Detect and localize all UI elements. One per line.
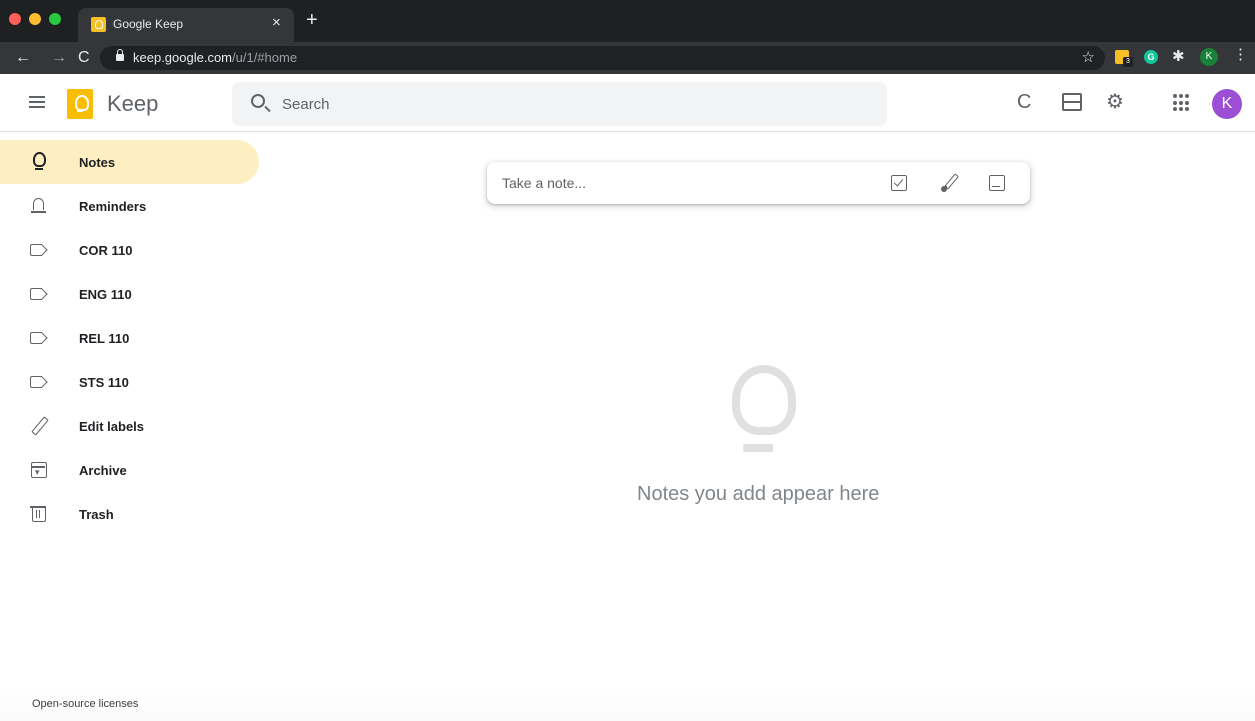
sidebar-item-cor-110[interactable]: COR 110: [0, 228, 259, 272]
footer: Open-source licenses: [0, 688, 1255, 721]
tab-title: Google Keep: [113, 17, 184, 31]
app-header: Keep C ⚙ K: [0, 74, 1255, 132]
main-menu-icon[interactable]: [29, 96, 45, 108]
browser-tab[interactable]: Google Keep ×: [78, 8, 294, 42]
keep-favicon-icon: [91, 17, 106, 32]
keep-extension-icon[interactable]: 3: [1115, 50, 1133, 67]
take-note-box[interactable]: [487, 162, 1030, 204]
open-source-licenses-link[interactable]: Open-source licenses: [32, 698, 138, 710]
sidebar-nav: Notes Reminders COR 110 ENG 110 REL 110 …: [0, 140, 270, 536]
new-drawing-brush-icon[interactable]: [939, 172, 961, 194]
refresh-icon[interactable]: C: [1017, 90, 1041, 114]
sidebar-item-label: Archive: [79, 463, 127, 478]
settings-gear-icon[interactable]: ⚙: [1106, 90, 1130, 114]
close-window-button[interactable]: [9, 13, 21, 25]
label-icon: [28, 283, 50, 305]
app-name[interactable]: Keep: [107, 91, 158, 117]
url-text: keep.google.com/u/1/#home: [133, 50, 298, 65]
extensions-puzzle-icon[interactable]: ✱: [1172, 47, 1185, 65]
reload-icon[interactable]: C: [78, 48, 90, 68]
empty-state-message: Notes you add appear here: [637, 483, 880, 505]
sidebar-item-sts-110[interactable]: STS 110: [0, 360, 259, 404]
minimize-window-button[interactable]: [29, 13, 41, 25]
sidebar-item-label: Notes: [79, 155, 116, 170]
new-tab-button[interactable]: +: [306, 10, 318, 30]
sidebar-item-trash[interactable]: Trash: [0, 492, 259, 536]
sidebar-item-label: COR 110: [79, 243, 133, 258]
sidebar-item-archive[interactable]: ▾ Archive: [0, 448, 259, 492]
pencil-icon: [28, 415, 50, 437]
search-input[interactable]: [282, 93, 862, 115]
address-bar[interactable]: keep.google.com/u/1/#home ☆: [100, 46, 1105, 70]
sidebar-item-label: STS 110: [79, 375, 129, 390]
archive-icon: ▾: [28, 459, 50, 481]
sidebar-item-label: Reminders: [79, 199, 147, 214]
bulb-icon: [28, 151, 50, 173]
bell-icon: [28, 195, 50, 217]
close-tab-icon[interactable]: ×: [272, 14, 281, 31]
google-apps-icon[interactable]: [1173, 94, 1191, 112]
label-icon: [28, 371, 50, 393]
list-view-icon[interactable]: [1062, 93, 1082, 111]
browser-menu-icon[interactable]: ⋮: [1233, 45, 1248, 63]
sidebar-item-label: REL 110: [79, 331, 130, 346]
forward-arrow-icon[interactable]: →: [51, 48, 67, 68]
browser-tab-bar: Google Keep × +: [0, 0, 1255, 42]
browser-toolbar: ← → C keep.google.com/u/1/#home ☆: [0, 42, 1255, 74]
bookmark-star-icon[interactable]: ☆: [1082, 48, 1095, 66]
sidebar-item-reminders[interactable]: Reminders: [0, 184, 259, 228]
label-icon: [28, 239, 50, 261]
take-note-input[interactable]: [502, 172, 862, 194]
empty-state-bulb-icon: [728, 362, 796, 452]
sidebar-item-label: Trash: [79, 507, 114, 522]
sidebar-item-label: ENG 110: [79, 287, 132, 302]
label-icon: [28, 327, 50, 349]
search-icon[interactable]: [251, 94, 265, 108]
lock-icon: [116, 49, 124, 61]
search-bar[interactable]: [232, 82, 887, 126]
sidebar-item-eng-110[interactable]: ENG 110: [0, 272, 259, 316]
keep-logo[interactable]: [67, 89, 93, 119]
trash-icon: [28, 503, 50, 525]
account-avatar[interactable]: K: [1212, 89, 1242, 119]
sidebar-item-label: Edit labels: [79, 419, 145, 434]
new-list-checkbox-icon[interactable]: [891, 175, 907, 191]
new-image-icon[interactable]: [989, 175, 1005, 191]
back-arrow-icon[interactable]: ←: [15, 48, 31, 68]
maximize-window-button[interactable]: [49, 13, 61, 25]
browser-profile-avatar[interactable]: K: [1200, 48, 1218, 66]
sidebar-item-notes[interactable]: Notes: [0, 140, 259, 184]
sidebar-item-edit-labels[interactable]: Edit labels: [0, 404, 259, 448]
grammarly-extension-icon[interactable]: G: [1144, 50, 1158, 64]
sidebar-item-rel-110[interactable]: REL 110: [0, 316, 259, 360]
